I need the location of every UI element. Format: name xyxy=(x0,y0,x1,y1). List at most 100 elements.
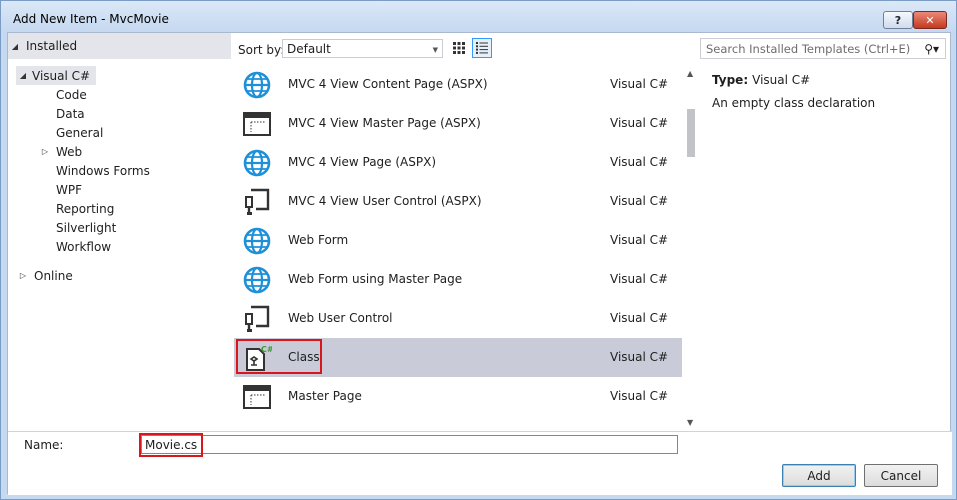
list-scrollbar[interactable]: ▲ ▼ xyxy=(684,65,698,431)
dialog-body: ◢ Installed ◢ Visual C# Code Data Genera… xyxy=(7,32,952,495)
tree-node-reporting[interactable]: Reporting xyxy=(56,199,114,218)
add-button[interactable]: Add xyxy=(782,464,856,487)
globe-icon xyxy=(242,226,272,256)
template-name: Web User Control xyxy=(288,311,393,325)
template-name: Master Page xyxy=(288,389,362,403)
scrollbar-thumb[interactable] xyxy=(687,109,695,157)
expand-icon[interactable]: ▷ xyxy=(38,147,52,156)
template-language: Visual C# xyxy=(610,116,669,130)
globe-icon xyxy=(242,265,272,295)
add-new-item-dialog: Add New Item - MvcMovie ? ✕ ◢ Installed … xyxy=(0,0,957,500)
name-highlight-frame xyxy=(139,433,203,457)
add-button-label: Add xyxy=(807,468,831,483)
type-value: Visual C# xyxy=(752,73,811,87)
sort-dropdown[interactable]: Default ▼ xyxy=(282,39,443,58)
scroll-up-icon[interactable]: ▲ xyxy=(687,69,693,78)
master-page-icon xyxy=(242,382,272,412)
close-button[interactable]: ✕ xyxy=(913,11,947,29)
user-control-icon xyxy=(242,304,272,334)
template-name: Web Form using Master Page xyxy=(288,272,463,286)
expand-icon[interactable]: ▷ xyxy=(16,271,30,280)
sort-value: Default xyxy=(287,42,331,56)
template-row[interactable]: MVC 4 View Page (ASPX) Visual C# xyxy=(234,143,682,182)
sort-bar: Sort by: Default ▼ xyxy=(234,33,698,63)
tree-node-silverlight[interactable]: Silverlight xyxy=(56,218,116,237)
tree-node-visual-csharp[interactable]: ◢ Visual C# xyxy=(16,66,97,85)
tree-node-code[interactable]: Code xyxy=(56,85,87,104)
search-input[interactable]: Search Installed Templates (Ctrl+E) ⚲▾ xyxy=(700,38,946,59)
tree-node-label: Visual C# xyxy=(32,68,91,83)
template-language: Visual C# xyxy=(610,311,669,325)
help-icon: ? xyxy=(894,13,902,27)
name-field[interactable]: Movie.cs xyxy=(141,435,678,454)
template-row[interactable]: MVC 4 View Content Page (ASPX) Visual C# xyxy=(234,65,682,104)
search-icon[interactable]: ⚲▾ xyxy=(924,42,939,56)
help-button[interactable]: ? xyxy=(883,11,913,29)
bottom-bar: Name: Movie.cs Add Cancel xyxy=(8,431,952,495)
list-view-button[interactable] xyxy=(472,38,492,58)
template-row[interactable]: Web Form Visual C# xyxy=(234,221,682,260)
search-placeholder: Search Installed Templates (Ctrl+E) xyxy=(706,42,911,56)
template-row[interactable]: Master Page Visual C# xyxy=(234,377,682,416)
template-row[interactable]: MVC 4 View User Control (ASPX) Visual C# xyxy=(234,182,682,221)
title-bar: Add New Item - MvcMovie ? ✕ xyxy=(1,1,956,33)
class-highlight-frame xyxy=(236,339,322,374)
tree-node-label: Web xyxy=(56,144,83,159)
template-name: MVC 4 View Content Page (ASPX) xyxy=(288,77,488,91)
template-name: MVC 4 View User Control (ASPX) xyxy=(288,194,482,208)
template-row[interactable]: C#ClassVisual C# xyxy=(234,338,682,377)
template-row[interactable]: Web Form using Master Page Visual C# xyxy=(234,260,682,299)
scroll-down-icon[interactable]: ▼ xyxy=(687,418,693,427)
sort-label: Sort by: xyxy=(238,43,285,57)
details-panel: Search Installed Templates (Ctrl+E) ⚲▾ T… xyxy=(698,33,952,431)
tree-node-data[interactable]: Data xyxy=(56,104,85,123)
window-title: Add New Item - MvcMovie xyxy=(13,12,169,26)
template-language: Visual C# xyxy=(610,272,669,286)
collapse-icon[interactable]: ◢ xyxy=(8,42,22,51)
tree-node-installed[interactable]: ◢ Installed xyxy=(8,33,231,59)
template-list-panel: Sort by: Default ▼ MVC 4 View Content Pa… xyxy=(234,33,698,431)
template-description: An empty class declaration xyxy=(712,96,876,110)
name-label: Name: xyxy=(24,438,64,452)
type-label: Type: xyxy=(712,73,749,87)
tree-node-label: WPF xyxy=(56,182,83,197)
template-language: Visual C# xyxy=(610,77,669,91)
template-tree: ◢ Installed ◢ Visual C# Code Data Genera… xyxy=(8,33,231,431)
template-row[interactable]: Web User Control Visual C# xyxy=(234,299,682,338)
tree-node-label: Workflow xyxy=(56,239,112,254)
template-language: Visual C# xyxy=(610,350,669,364)
tree-node-label: Online xyxy=(34,268,73,283)
dropdown-arrow-icon: ▼ xyxy=(432,46,438,54)
tree-node-label: Reporting xyxy=(56,201,115,216)
template-type: Type: Visual C# xyxy=(712,73,810,87)
template-language: Visual C# xyxy=(610,389,669,403)
template-language: Visual C# xyxy=(610,155,669,169)
close-icon: ✕ xyxy=(925,13,935,27)
tree-node-general[interactable]: General xyxy=(56,123,103,142)
tree-node-web[interactable]: ▷ Web xyxy=(38,142,82,161)
globe-icon xyxy=(242,148,272,178)
tree-node-windows-forms[interactable]: Windows Forms xyxy=(56,161,150,180)
grid-view-icon xyxy=(453,42,465,54)
template-language: Visual C# xyxy=(610,233,669,247)
tree-node-online[interactable]: ▷ Online xyxy=(16,266,73,285)
template-name: MVC 4 View Page (ASPX) xyxy=(288,155,437,169)
template-list: MVC 4 View Content Page (ASPX) Visual C# M… xyxy=(234,65,682,431)
cancel-button-label: Cancel xyxy=(880,468,922,483)
tree-node-workflow[interactable]: Workflow xyxy=(56,237,111,256)
tree-node-wpf[interactable]: WPF xyxy=(56,180,82,199)
tree-node-label: Windows Forms xyxy=(56,163,150,178)
list-view-icon xyxy=(476,42,488,54)
tree-node-label: Silverlight xyxy=(56,220,117,235)
template-row[interactable]: MVC 4 View Master Page (ASPX) Visual C# xyxy=(234,104,682,143)
template-name: MVC 4 View Master Page (ASPX) xyxy=(288,116,481,130)
grid-view-button[interactable] xyxy=(449,38,469,58)
template-language: Visual C# xyxy=(610,194,669,208)
cancel-button[interactable]: Cancel xyxy=(864,464,938,487)
collapse-icon[interactable]: ◢ xyxy=(16,71,30,80)
tree-header-label: Installed xyxy=(26,39,78,53)
globe-icon xyxy=(242,70,272,100)
template-name: Web Form xyxy=(288,233,349,247)
user-control-icon xyxy=(242,187,272,217)
master-page-icon xyxy=(242,109,272,139)
